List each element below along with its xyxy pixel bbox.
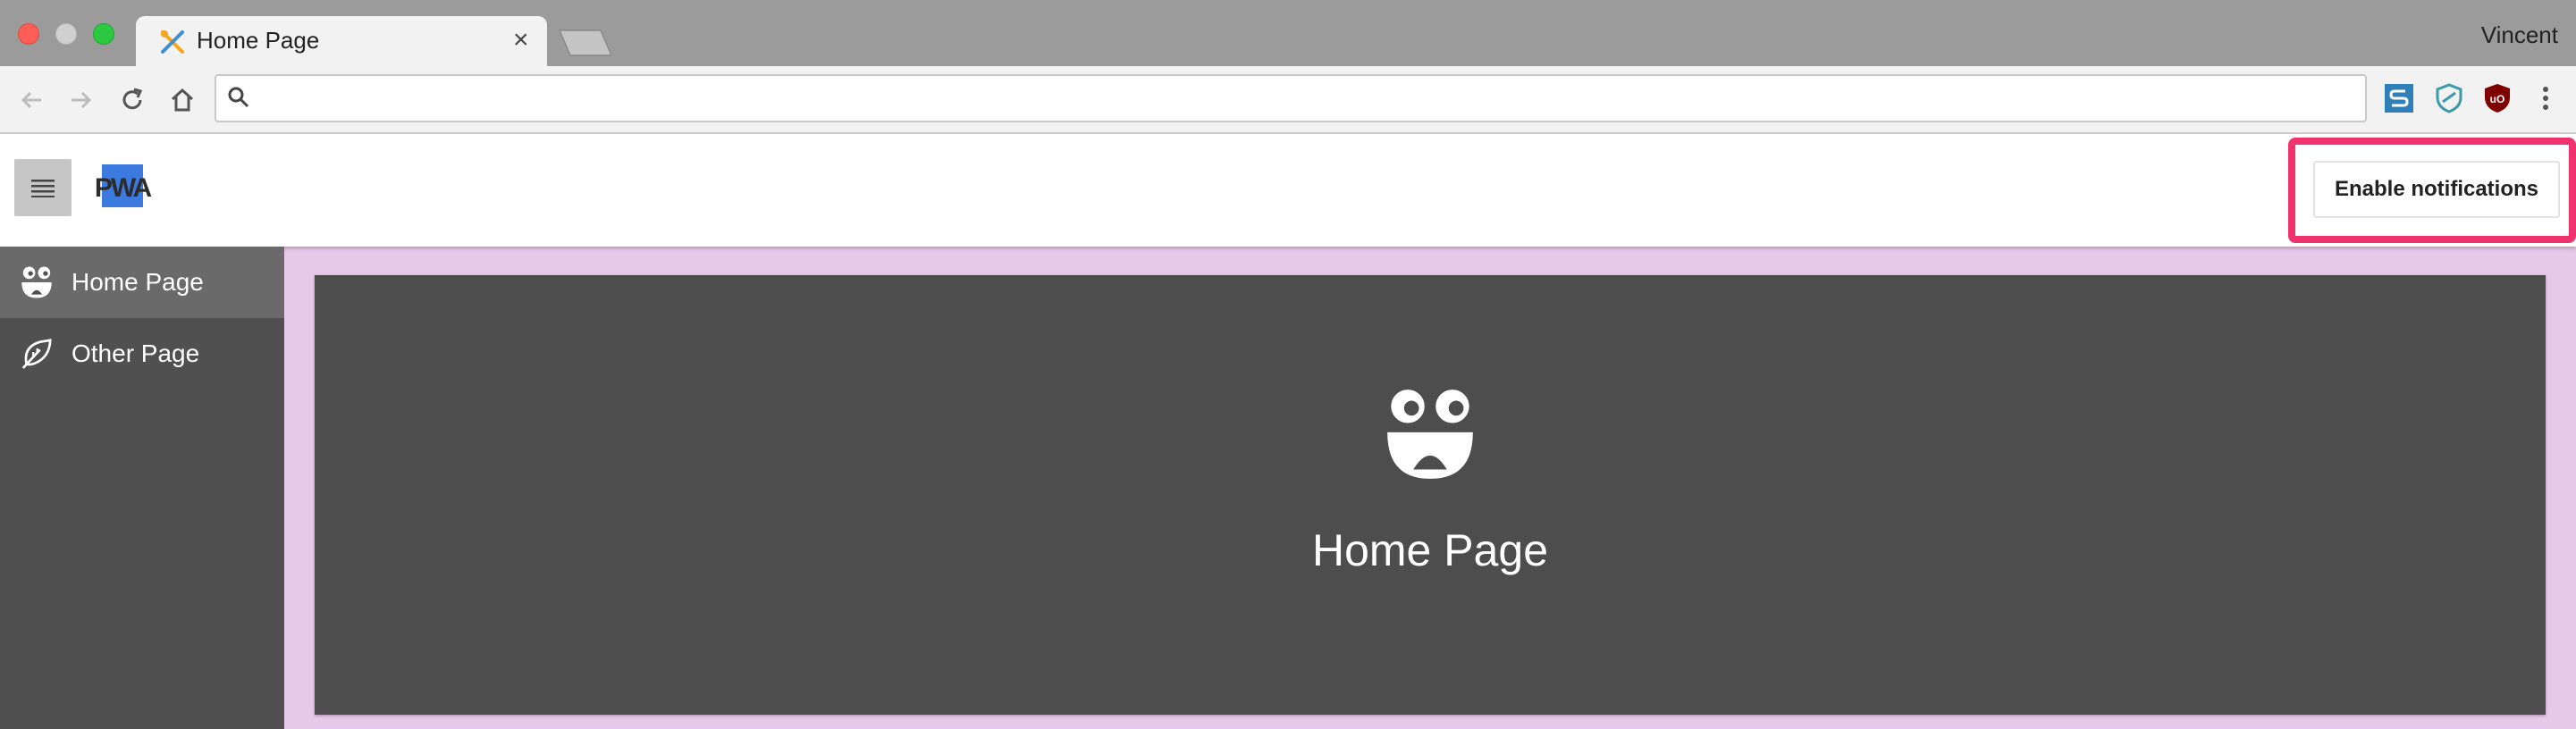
menu-button[interactable] [14,159,72,216]
more-menu-icon[interactable] [2530,82,2562,114]
forward-button[interactable] [61,80,100,120]
profile-name[interactable]: Vincent [2481,20,2558,50]
main-card [315,275,2546,715]
address-bar[interactable] [215,74,2367,122]
smiley-icon [21,266,52,298]
arrow-right-icon [72,91,92,109]
sidebar-item-label: Other Page [72,339,200,367]
maximize-window-button[interactable] [93,23,114,45]
smiley-icon [1387,390,1473,479]
sidebar-item-other-page[interactable]: Other Page [0,318,284,390]
search-icon [228,87,249,108]
tab-close-icon[interactable]: × [513,25,529,55]
ublock-extension-icon[interactable]: uO [2481,82,2513,114]
logo-text: PWA [95,173,152,203]
tools-favicon-icon [161,30,184,54]
sidebar-item-label: Home Page [72,268,204,296]
home-button[interactable] [163,80,202,120]
app-header [0,134,2576,247]
hamburger-icon [31,180,55,197]
sidebar-item-home-page[interactable]: Home Page [0,247,284,318]
new-tab-button[interactable] [556,29,615,57]
pwa-logo: PWA [95,164,153,207]
arrow-left-icon [21,91,41,109]
reload-button[interactable] [113,80,152,120]
close-window-button[interactable] [18,23,39,45]
home-icon [171,88,194,112]
shield-extension-icon[interactable] [2433,82,2465,114]
enable-notifications-button[interactable]: Enable notifications [2313,161,2560,218]
card-title: Home Page [1311,525,1549,575]
tab-title: Home Page [197,27,320,54]
reload-icon [122,88,143,110]
back-button[interactable] [13,80,52,120]
svg-text:uO: uO [2490,93,2505,105]
leaf-icon [21,339,52,369]
minimize-window-button[interactable] [55,23,77,45]
s-extension-icon[interactable] [2383,82,2415,114]
